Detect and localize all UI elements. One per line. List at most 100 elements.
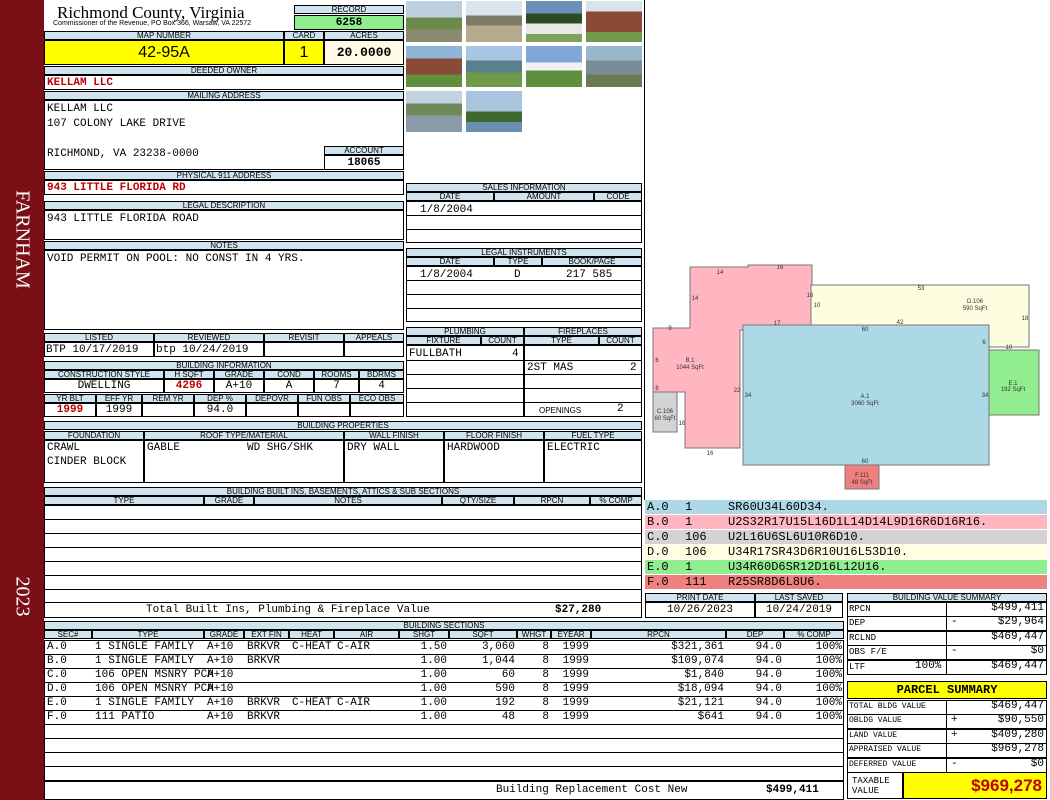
code-id: E.0 [647, 560, 669, 574]
mail-line-1: KELLAM LLC [47, 103, 114, 115]
property-photo[interactable] [405, 90, 463, 133]
parcel-sign: - [951, 757, 958, 770]
sketch-sub-f: 48 SqFt [851, 480, 872, 486]
prop-roof-material: WD SHG/SHK [247, 442, 314, 454]
sales-col-date: DATE [406, 192, 494, 201]
bi2-col-notes: NOTES [254, 496, 442, 505]
section-col-header: % COMP [784, 630, 844, 639]
fp-col-type: TYPE [524, 336, 599, 345]
listed-header: LISTED [44, 333, 154, 342]
section-grade: A+10 [207, 655, 234, 667]
builtins-header: BUILDING BUILT INS, BASEMENTS, ATTICS & … [44, 487, 642, 496]
section-rpcn: $641 [697, 711, 724, 723]
notes-text: VOID PERMIT ON POOL: NO CONST IN 4 YRS. [47, 253, 305, 265]
bi-ecoobs [350, 403, 404, 417]
property-photo[interactable] [525, 45, 583, 88]
record-value: 6258 [294, 15, 404, 30]
section-col-header: EYEAR [551, 630, 591, 639]
bvs-key: LTF [849, 661, 866, 672]
listed-box: BTP 10/17/2019 [44, 342, 154, 357]
section-comp: 100% [815, 683, 842, 695]
sidebar-band: FARNHAM 2023 [0, 0, 44, 800]
section-sec: E.0 [47, 697, 67, 709]
physical-address: 943 LITTLE FLORIDA RD [47, 182, 186, 194]
plumbing-table: FULLBATH 4 [406, 345, 524, 417]
code-path: U34R17SR43D6R10U16L53D10. [728, 545, 909, 559]
bi-col-cond: COND [264, 370, 314, 379]
property-photo[interactable] [405, 45, 463, 88]
section-comp: 100% [815, 641, 842, 653]
bvs-value: $0 [1030, 645, 1044, 658]
sales-col-amount: AMOUNT [494, 192, 594, 201]
bi-bdrms: 4 [359, 379, 404, 393]
section-row: A.0 1 SINGLE FAMILY A+10 BRKVR C-HEAT C-AIR 1.… [45, 641, 843, 655]
prop-fuel-box: ELECTRIC [544, 440, 642, 483]
section-type: 106 OPEN MSNRY PCH [95, 669, 214, 681]
bi-effyr: 1999 [96, 403, 142, 417]
bi-col-dep: DEP % [194, 394, 246, 403]
sections-columns: SEC# TYPE GRADE EXT FIN HEAT AIR SHGT SQFT WHGT E… [44, 630, 844, 640]
last-saved-header: LAST SAVED [755, 593, 843, 602]
section-rpcn: $1,840 [684, 669, 724, 681]
sketch-dim: 22 [734, 388, 741, 394]
code-num: 1 [685, 500, 693, 514]
property-photo[interactable] [465, 45, 523, 88]
sketch-dim: 16 [807, 293, 814, 299]
section-comp: 100% [815, 669, 842, 681]
section-sec: F.0 [47, 711, 67, 723]
section-sec: D.0 [47, 683, 67, 695]
section-ext: BRKVR [247, 641, 281, 653]
sketch-sub-d: 590 SqFt [963, 306, 988, 312]
bi-col-ecoobs: ECO OBS [350, 394, 404, 403]
property-photo[interactable] [465, 90, 523, 133]
revisit-box [264, 342, 344, 357]
section-sqft: 60 [501, 669, 515, 681]
property-photo[interactable] [405, 0, 463, 43]
sketch-code-row: B.0 1 U2S32R17U15L16D1L14D14L9D16R6D16R16. [645, 514, 1047, 529]
plumbing-header: PLUMBING [406, 327, 524, 336]
bi2-col-comp: % COMP [590, 496, 642, 505]
sketch-dim: 16 [679, 421, 686, 427]
property-photo[interactable] [465, 0, 523, 43]
bvs-row: LTF 100% $469,447 [847, 659, 1047, 675]
property-photo[interactable] [525, 0, 583, 43]
section-comp: 100% [815, 655, 842, 667]
parcel-sign: + [951, 714, 958, 727]
code-id: A.0 [647, 500, 669, 514]
section-eyear: 1999 [562, 655, 589, 667]
section-sqft: 1,044 [481, 655, 515, 667]
parcel-row: LAND VALUE + $409,280 [847, 728, 1047, 744]
listed-value: BTP 10/17/2019 [46, 344, 139, 356]
section-whgt: 8 [542, 711, 549, 723]
section-col-header: RPCN [591, 630, 726, 639]
section-col-header: SHGT [399, 630, 449, 639]
account-value: 18065 [324, 155, 404, 170]
fireplaces-table: 2ST MAS 2 OPENINGS 2 [524, 345, 642, 417]
mail-line-2: 107 COLONY LAKE DRIVE [47, 118, 186, 130]
map-number: 42-95A [44, 40, 284, 65]
sketch-dim: 16 [707, 451, 714, 457]
fp-type: 2ST MAS [527, 362, 574, 374]
property-photo[interactable] [585, 45, 643, 88]
bvs-key: RCLND [849, 632, 877, 643]
section-col-header: EXT FIN [244, 630, 289, 639]
section-heat: C-HEAT [292, 641, 332, 653]
fireplaces-header: FIREPLACES [524, 327, 642, 336]
parcel-row: DEFERRED VALUE - $0 [847, 757, 1047, 773]
taxable-value: $969,278 [903, 772, 1047, 799]
section-col-header: GRADE [204, 630, 244, 639]
property-photo[interactable] [585, 0, 643, 43]
prop-fuel: ELECTRIC [547, 442, 600, 454]
section-row: D.0 106 OPEN MSNRY PCH A+10 1.00 590 8 1999 $18… [45, 683, 843, 697]
sales-table: 1/8/2004 [406, 201, 642, 243]
prop-col-foundation: FOUNDATION [44, 431, 144, 440]
prop-col-wall: WALL FINISH [344, 431, 444, 440]
sketch-dim: 34 [982, 393, 989, 399]
code-num: 1 [685, 560, 693, 574]
sketch-dim: 14 [692, 296, 699, 302]
sales-date: 1/8/2004 [420, 204, 473, 216]
section-col-header: SEC# [44, 630, 92, 639]
section-air: C-AIR [337, 641, 371, 653]
prop-wall-box: DRY WALL [344, 440, 444, 483]
bi-col-depovr: DEPOVR [246, 394, 298, 403]
